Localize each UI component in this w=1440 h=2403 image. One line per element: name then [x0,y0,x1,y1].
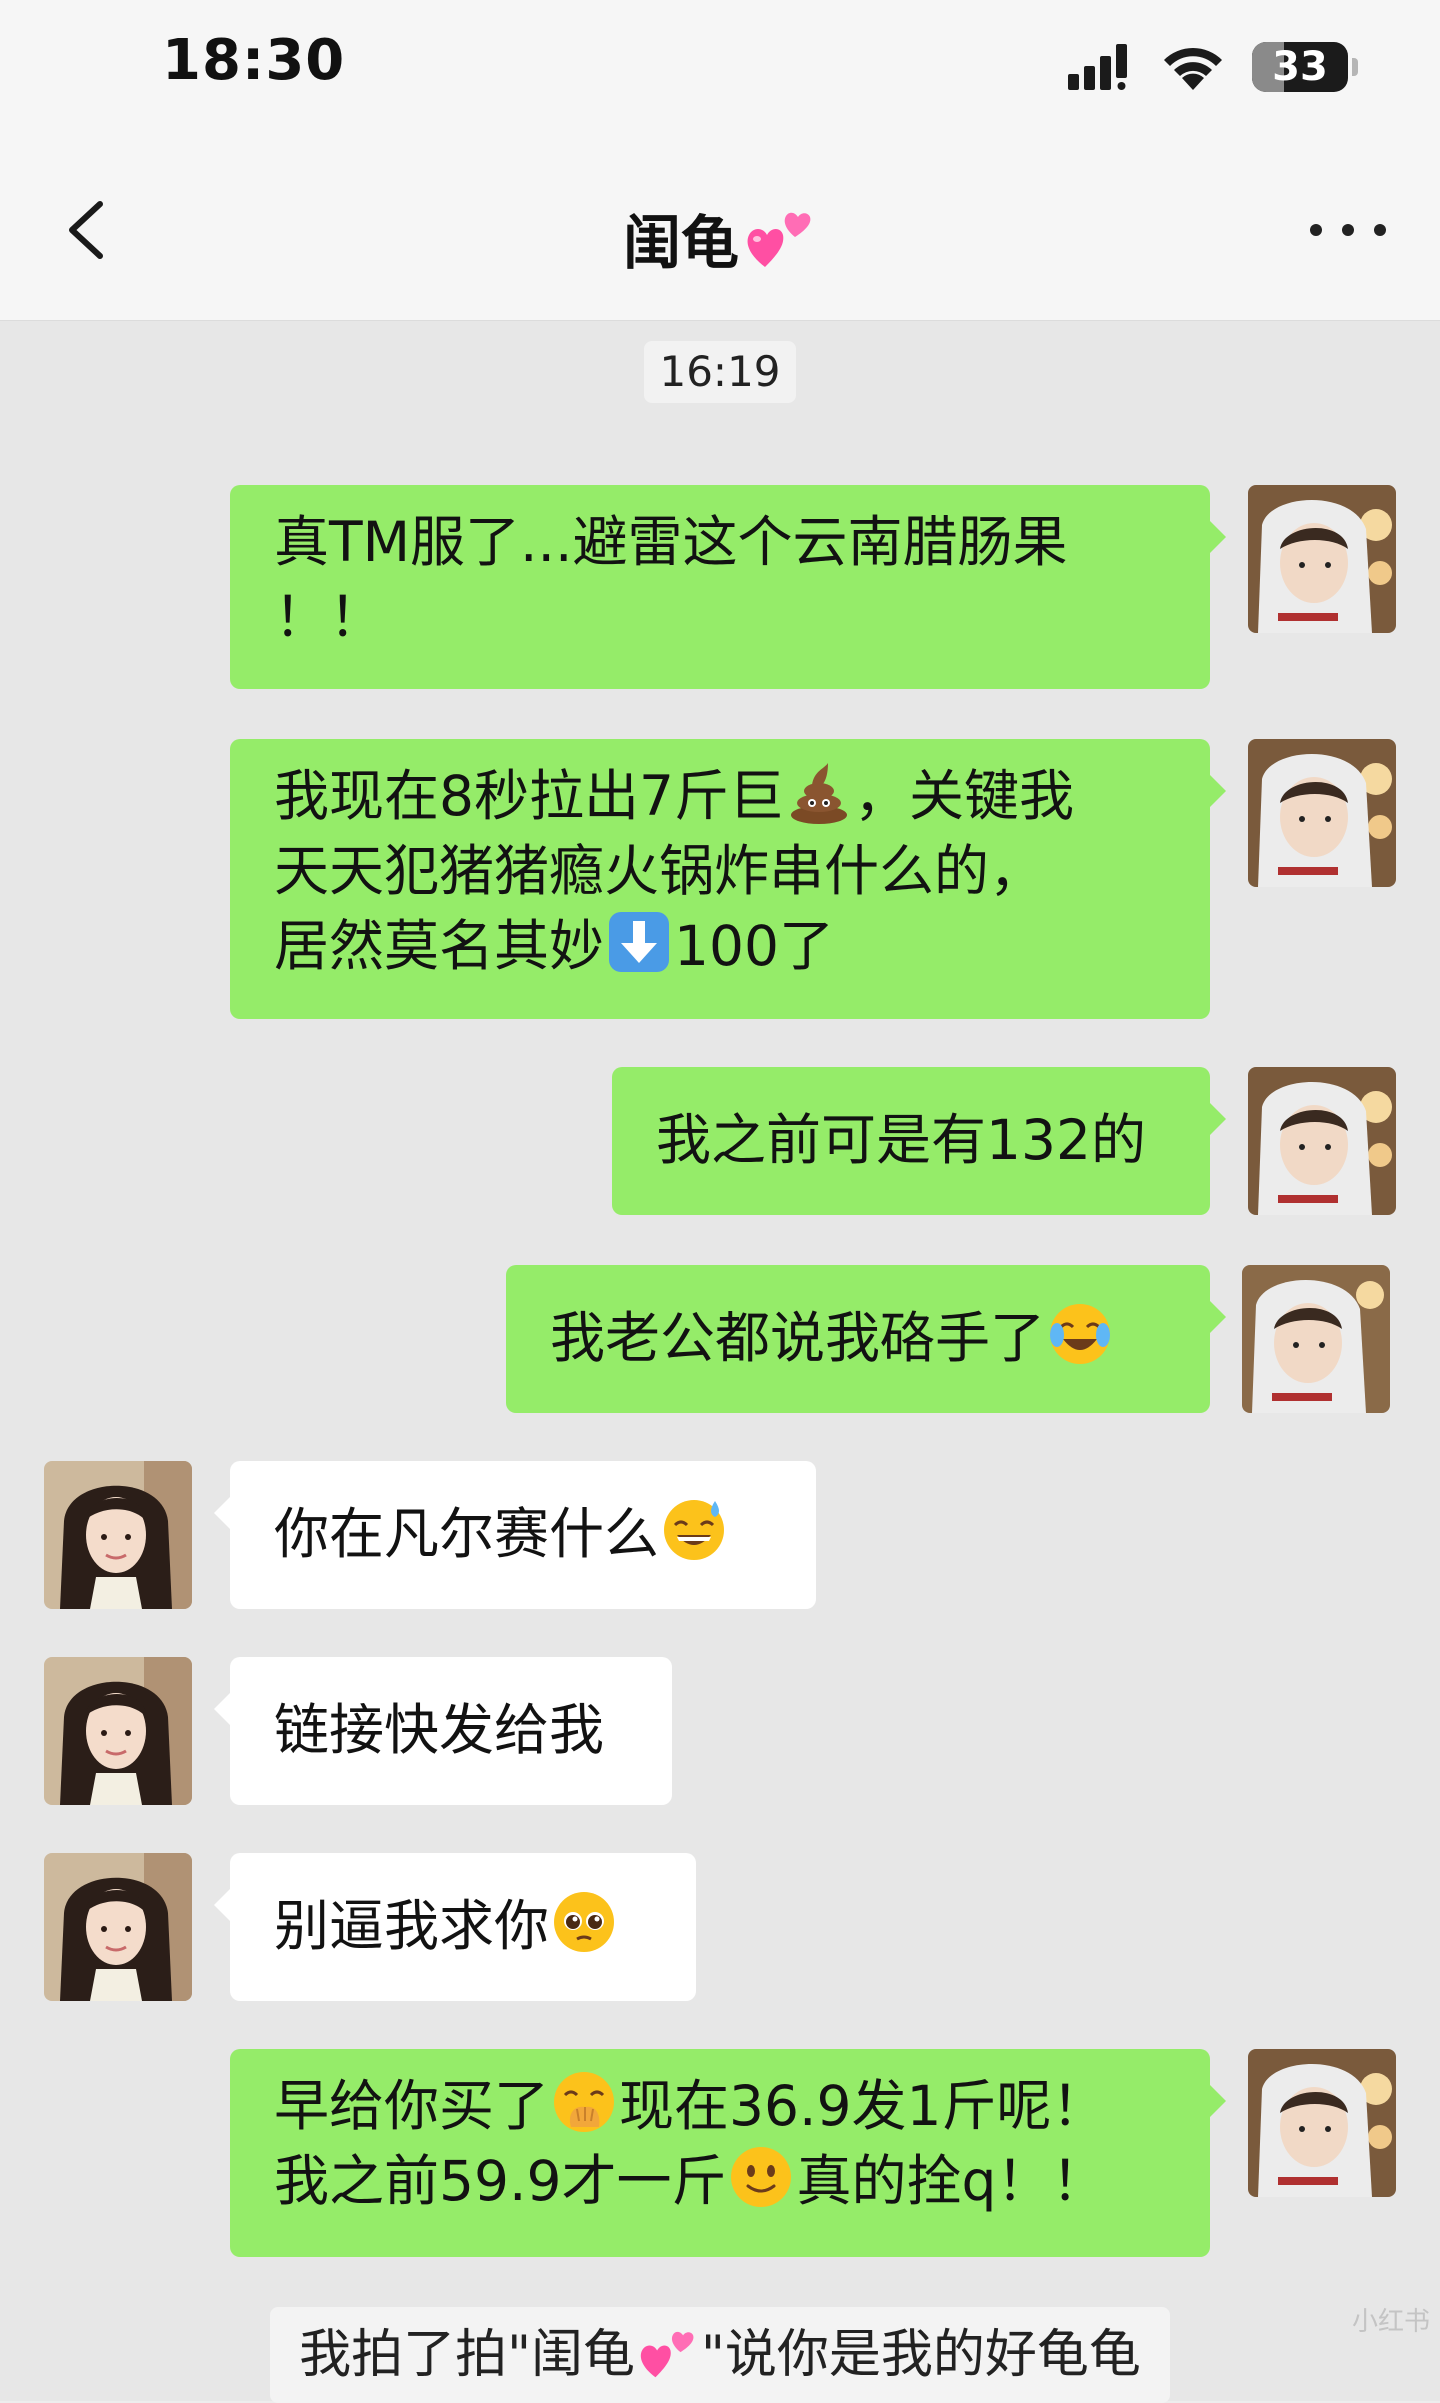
chat-title: 闺龟 [0,196,1440,280]
more-options-button[interactable] [1308,204,1388,254]
my-avatar[interactable] [1248,485,1396,633]
friend-message-bubble[interactable]: 别逼我求你 [214,1853,696,2001]
more-dot [1374,224,1386,236]
pat-notice-prefix: 我拍了拍"闺龟 [299,2325,635,2385]
message-line: 居然莫名其妙 100了 [274,909,1166,984]
message-timestamp: 16:19 [644,341,796,403]
my-message-bubble[interactable]: 我老公都说我硌手了 [506,1265,1226,1413]
message-line: ！！ [274,585,385,649]
friend-avatar[interactable] [44,1461,192,1609]
my-message-bubble[interactable]: 早给你买了 现在36.9发1斤呢！ 我之前59.9才一斤 真的拴q！！ [230,2049,1226,2257]
loudly-crying-laughing-emoji [1050,1304,1111,1364]
sweat-smile-emoji [664,1500,725,1560]
two-hearts-icon [747,212,811,267]
chat-header: 闺龟 [0,140,1440,321]
friend-avatar[interactable] [44,1853,192,2001]
more-dot [1310,224,1322,236]
chat-message-list[interactable]: 16:19 真TM服了...避雷这个云南腊肠果 ！！ 我现在8秒拉出7斤巨 ，关… [0,321,1440,2403]
pleading-face-emoji [554,1892,615,1952]
status-bar: 18:30 33 [0,0,1440,140]
pat-notice: 我拍了拍"闺龟 "说你是我的好龟龟 [270,2307,1170,2403]
status-time: 18:30 [162,28,346,93]
message-line: 我之前59.9才一斤 真的拴q！！ [274,2144,1166,2219]
my-avatar[interactable] [1248,739,1396,887]
battery-indicator: 33 [1252,42,1348,92]
more-dot [1342,224,1354,236]
wifi-icon [1164,47,1222,90]
watermark: 小红书 [1352,2307,1431,2337]
message-line: 你在凡尔赛什么 [274,1497,772,1572]
hand-over-mouth-emoji [554,2072,615,2132]
my-avatar[interactable] [1248,2049,1396,2197]
my-message-bubble[interactable]: 我现在8秒拉出7斤巨 ，关键我 天天犯猪猪瘾火锅炸串什么的， 居然莫名其妙 10… [230,739,1226,1019]
slightly-smiling-emoji [731,2147,792,2207]
my-avatar[interactable] [1248,1067,1396,1215]
message-line: 我现在8秒拉出7斤巨 ，关键我 [274,759,1166,834]
battery-percentage: 33 [1272,44,1328,90]
cellular-signal-icon [1068,44,1127,90]
pat-notice-suffix: "说你是我的好龟龟 [701,2325,1141,2385]
poop-emoji [791,763,847,824]
chat-title-text: 闺龟 [622,209,739,277]
message-line: 链接快发给我 [274,1698,605,1762]
message-line: 天天犯猪猪瘾火锅炸串什么的， [274,839,1045,903]
my-avatar[interactable] [1242,1265,1390,1413]
two-hearts-icon [640,2331,694,2378]
down-arrow-emoji [609,912,670,972]
battery-cap [1352,58,1358,76]
friend-message-bubble[interactable]: 你在凡尔赛什么 [214,1461,816,1609]
message-line: 真TM服了...避雷这个云南腊肠果 [274,510,1068,574]
friend-avatar[interactable] [44,1657,192,1805]
my-message-bubble[interactable]: 我之前可是有132的 [612,1067,1226,1215]
friend-message-bubble[interactable]: 链接快发给我 [214,1657,672,1805]
message-line: 我老公都说我硌手了 [550,1301,1166,1376]
message-line: 早给你买了 现在36.9发1斤呢！ [274,2069,1166,2144]
message-line: 我之前可是有132的 [656,1108,1146,1172]
message-line: 别逼我求你 [274,1889,652,1964]
my-message-bubble[interactable]: 真TM服了...避雷这个云南腊肠果 ！！ [230,485,1226,689]
